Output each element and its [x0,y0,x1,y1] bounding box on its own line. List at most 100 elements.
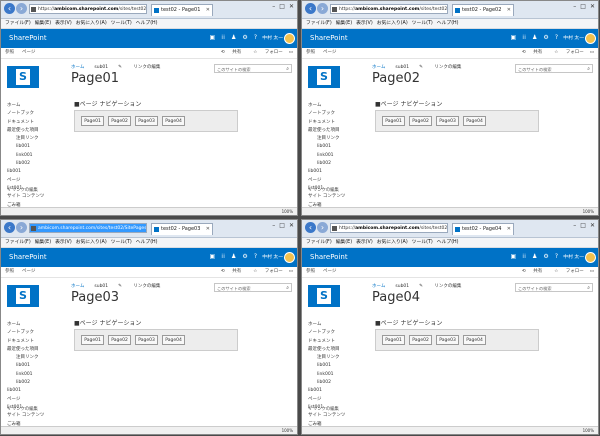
back-arrow-icon[interactable]: ‹ [4,3,15,14]
quicklaunch-item[interactable]: lib001 [7,387,44,395]
gear-icon[interactable]: ⚙ [242,34,247,41]
yammer-icon[interactable]: ▣ [210,253,216,260]
avatar[interactable] [284,252,295,263]
focus-icon[interactable]: ▭ [590,269,594,274]
browser-tab[interactable]: test02 - Page01 ✕ [151,4,213,16]
share-button[interactable]: ⟲ 共有 [516,50,542,55]
yammer-icon[interactable]: ▣ [210,34,216,41]
topnav-sub01[interactable]: sub01 [395,284,409,289]
notification-icon[interactable]: ♟ [532,34,537,41]
sharepoint-brand[interactable]: SharePoint [9,29,47,48]
search-input[interactable]: このサイトの検索 ⌕ [515,283,593,292]
quicklaunch-item[interactable]: lib001 [308,143,345,151]
focus-icon[interactable]: ▭ [289,50,293,55]
quicklaunch-item[interactable]: link001 [308,152,345,160]
app-launcher-icon[interactable]: ⁞⁞ [221,34,225,41]
quicklaunch-item[interactable]: サイト コンテンツ [308,193,345,201]
ribbon-tab-page[interactable]: ページ [323,50,336,55]
quicklaunch-item[interactable]: ドキュメント [308,338,345,346]
tab-close-icon[interactable]: ✕ [206,224,210,235]
page-nav-button[interactable]: Page01 [382,116,405,126]
quicklaunch-edit-links[interactable]: ✎ リンクの編集 [7,187,38,193]
topnav-sub01[interactable]: sub01 [395,65,409,70]
follow-button[interactable]: ☆ フォロー [548,269,583,274]
gear-icon[interactable]: ⚙ [543,34,548,41]
quicklaunch-item[interactable]: lib001 [308,387,345,395]
minimize-icon[interactable]: – [573,222,576,229]
browser-tab[interactable]: test02 - Page02 ✕ [452,4,514,16]
quicklaunch-item[interactable]: サイト コンテンツ [7,412,44,420]
topnav-edit-links[interactable]: ✎ リンクの編集 [419,65,471,70]
quicklaunch-item[interactable]: lib001 [308,362,345,370]
share-button[interactable]: ⟲ 共有 [215,50,241,55]
search-input[interactable]: このサイトの検索 ⌕ [214,283,292,292]
minimize-icon[interactable]: – [573,3,576,10]
menu-item[interactable]: ツール(T) [412,21,433,26]
maximize-icon[interactable]: □ [279,3,285,10]
gear-icon[interactable]: ⚙ [242,253,247,260]
site-logo[interactable]: S [308,66,340,88]
search-input[interactable]: このサイトの検索 ⌕ [214,64,292,73]
topnav-home[interactable]: ホーム [372,284,385,289]
avatar[interactable] [284,33,295,44]
back-arrow-icon[interactable]: ‹ [305,3,316,14]
focus-icon[interactable]: ▭ [590,50,594,55]
quicklaunch-item[interactable]: サイト コンテンツ [308,412,345,420]
close-icon[interactable]: ✕ [289,222,294,229]
quicklaunch-edit-links[interactable]: ✎ リンクの編集 [308,406,339,412]
quicklaunch-item[interactable]: ノートブック [7,110,44,118]
quicklaunch-item[interactable]: ホーム [308,321,345,329]
quicklaunch-item[interactable]: lib001 [7,362,44,370]
menu-item[interactable]: ヘルプ(H) [437,21,459,26]
forward-arrow-icon[interactable]: › [317,222,328,233]
menu-item[interactable]: 表示(V) [356,240,373,245]
page-nav-button[interactable]: Page03 [135,116,158,126]
notification-icon[interactable]: ♟ [231,34,236,41]
quicklaunch-item[interactable]: 注目リンク [7,135,44,143]
menu-item[interactable]: 編集(E) [336,240,352,245]
menu-item[interactable]: お気に入り(A) [76,240,107,245]
menu-item[interactable]: ヘルプ(H) [437,240,459,245]
menu-item[interactable]: お気に入り(A) [76,21,107,26]
topnav-home[interactable]: ホーム [71,284,84,289]
quicklaunch-item[interactable]: 最近使った項目 [7,127,44,135]
page-nav-button[interactable]: Page03 [436,116,459,126]
ribbon-tab-page[interactable]: ページ [22,50,35,55]
search-input[interactable]: このサイトの検索 ⌕ [515,64,593,73]
back-arrow-icon[interactable]: ‹ [4,222,15,233]
quicklaunch-item[interactable]: lib001 [308,168,345,176]
user-name[interactable]: 中村 太一 [262,29,283,48]
quicklaunch-item[interactable]: ホーム [7,102,44,110]
forward-arrow-icon[interactable]: › [16,3,27,14]
help-icon[interactable]: ? [555,253,558,260]
avatar[interactable] [585,33,596,44]
quicklaunch-edit-links[interactable]: ✎ リンクの編集 [7,406,38,412]
ribbon-tab-browse[interactable]: 参照 [306,50,315,55]
avatar[interactable] [585,252,596,263]
tab-close-icon[interactable]: ✕ [206,5,210,16]
quicklaunch-item[interactable]: ページ [7,177,44,185]
gear-icon[interactable]: ⚙ [543,253,548,260]
ribbon-tab-browse[interactable]: 参照 [5,269,14,274]
quicklaunch-item[interactable]: ドキュメント [7,338,44,346]
menu-item[interactable]: ヘルプ(H) [136,21,158,26]
page-nav-button[interactable]: Page02 [409,335,432,345]
quicklaunch-item[interactable]: 注目リンク [308,354,345,362]
site-logo[interactable]: S [308,285,340,307]
page-nav-button[interactable]: Page01 [81,116,104,126]
app-launcher-icon[interactable]: ⁞⁞ [221,253,225,260]
page-nav-button[interactable]: Page02 [409,116,432,126]
zoom-level[interactable]: 100% [282,209,293,214]
close-icon[interactable]: ✕ [590,3,595,10]
quicklaunch-item[interactable]: 最近使った項目 [308,346,345,354]
maximize-icon[interactable]: □ [580,3,586,10]
ribbon-tab-browse[interactable]: 参照 [5,50,14,55]
quicklaunch-edit-links[interactable]: ✎ リンクの編集 [308,187,339,193]
quicklaunch-item[interactable]: サイト コンテンツ [7,193,44,201]
share-button[interactable]: ⟲ 共有 [215,269,241,274]
menu-item[interactable]: ツール(T) [111,21,132,26]
forward-arrow-icon[interactable]: › [317,3,328,14]
quicklaunch-item[interactable]: lib001 [7,143,44,151]
ribbon-tab-browse[interactable]: 参照 [306,269,315,274]
quicklaunch-item[interactable]: ドキュメント [308,119,345,127]
